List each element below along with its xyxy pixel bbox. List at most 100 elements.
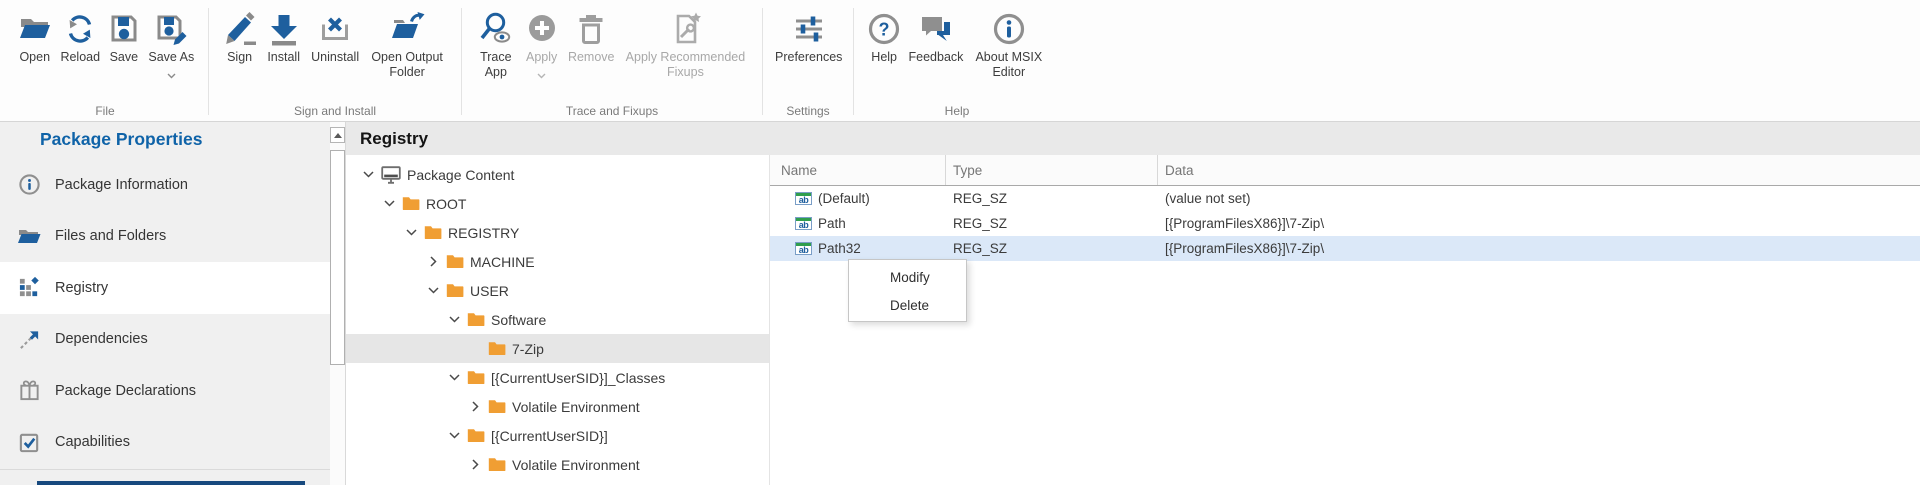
preferences-sliders-icon — [791, 8, 827, 50]
about-msix-editor-label: About MSIX Editor — [970, 50, 1048, 81]
reload-button[interactable]: Reload — [58, 6, 104, 67]
apply-button[interactable]: Apply — [520, 6, 564, 86]
column-header-name[interactable]: Name — [770, 155, 945, 185]
ribbon-group-label-help: Help — [854, 104, 1060, 118]
reg-sz-value-icon: ab — [795, 192, 812, 205]
open-output-folder-button[interactable]: Open Output Folder — [363, 6, 451, 83]
remove-button-label: Remove — [568, 50, 615, 65]
sign-button-label: Sign — [227, 50, 252, 65]
tree-item-volatile-environment-2[interactable]: Volatile Environment — [346, 450, 769, 479]
context-menu-item-delete[interactable]: Delete — [849, 291, 966, 319]
feedback-button-label: Feedback — [909, 50, 964, 65]
scrollbar-thumb[interactable] — [330, 150, 345, 365]
grid-row-path[interactable]: ab Path REG_SZ [{ProgramFilesX86}]\7-Zip… — [770, 211, 1920, 236]
grid-row-default[interactable]: ab (Default) REG_SZ (value not set) — [770, 186, 1920, 211]
tree-item-user[interactable]: USER — [346, 276, 769, 305]
sidebar-item-label: Files and Folders — [55, 228, 166, 244]
sign-pencil-icon — [222, 8, 258, 50]
remove-button[interactable]: Remove — [564, 6, 619, 67]
main-panel: Registry Package Content ROOT REGISTRY — [345, 122, 1920, 485]
grid-row-path32[interactable]: ab Path32 REG_SZ [{ProgramFilesX86}]\7-Z… — [770, 236, 1920, 261]
sidebar-item-capabilities[interactable]: Capabilities — [0, 417, 330, 469]
sidebar-item-dependencies[interactable]: Dependencies — [0, 314, 330, 366]
chevron-down-icon[interactable] — [428, 287, 439, 294]
folder-icon — [17, 225, 41, 247]
sidebar-title: Package Properties — [0, 122, 330, 150]
context-menu-item-modify[interactable]: Modify — [849, 263, 966, 291]
about-msix-editor-button[interactable]: About MSIX Editor — [968, 6, 1050, 83]
chevron-down-icon[interactable] — [384, 200, 395, 207]
computer-icon — [381, 166, 401, 184]
folder-icon — [467, 312, 485, 327]
open-output-folder-label: Open Output Folder — [365, 50, 449, 81]
tree-item-software[interactable]: Software — [346, 305, 769, 334]
chevron-down-icon[interactable] — [363, 171, 374, 178]
tree-item-registry[interactable]: REGISTRY — [346, 218, 769, 247]
apply-recommended-fixups-button[interactable]: Apply Recommended Fixups — [619, 6, 752, 83]
save-as-button-label: Save As — [148, 50, 194, 65]
chevron-right-icon[interactable] — [428, 256, 439, 267]
preferences-button[interactable]: Preferences — [773, 6, 844, 67]
ribbon-group-label-sign-and-install: Sign and Install — [209, 104, 461, 118]
help-question-icon: ? — [866, 8, 902, 50]
tree-item-currentusersid-classes[interactable]: [{CurrentUserSID}]_Classes — [346, 363, 769, 392]
sidebar-scrollbar[interactable] — [330, 122, 346, 485]
tree-item-7zip[interactable]: 7-Zip — [346, 334, 769, 363]
gift-box-icon — [17, 379, 41, 402]
chevron-down-icon[interactable] — [449, 432, 460, 439]
chevron-down-icon[interactable] — [406, 229, 417, 236]
ribbon-group-trace-and-fixups: Trace App Apply Remove Apply Recommended… — [462, 0, 762, 121]
trace-app-button-label: Trace App — [474, 50, 518, 81]
tree-item-volatile-environment-1[interactable]: Volatile Environment — [346, 392, 769, 421]
value-name: Path32 — [818, 241, 861, 256]
value-data: [{ProgramFilesX86}]\7-Zip\ — [1157, 211, 1920, 236]
save-icon — [106, 8, 142, 50]
fixups-document-icon — [667, 8, 703, 50]
svg-text:?: ? — [879, 20, 890, 40]
open-button[interactable]: Open — [12, 6, 58, 67]
save-as-icon — [153, 8, 189, 50]
dependency-arrow-icon — [17, 328, 41, 351]
scroll-up-arrow-icon — [334, 133, 342, 138]
sidebar-item-registry[interactable]: Registry — [0, 262, 330, 314]
chevron-down-icon[interactable] — [449, 316, 460, 323]
uninstall-button-label: Uninstall — [311, 50, 359, 65]
sidebar-next-section-partial — [37, 481, 305, 485]
install-button[interactable]: Install — [260, 6, 307, 67]
save-as-button[interactable]: Save As — [145, 6, 198, 86]
uninstall-button[interactable]: Uninstall — [307, 6, 363, 67]
save-button[interactable]: Save — [103, 6, 145, 67]
ribbon-group-sign-and-install: Sign Install Uninstall Open Output Folde… — [209, 0, 461, 121]
tree-item-root[interactable]: ROOT — [346, 189, 769, 218]
ribbon-group-file: Open Reload Save Save As File — [2, 0, 208, 121]
sidebar-item-package-information[interactable]: Package Information — [0, 159, 330, 211]
sidebar-item-files-and-folders[interactable]: Files and Folders — [0, 211, 330, 263]
column-header-data[interactable]: Data — [1157, 155, 1920, 185]
column-header-type[interactable]: Type — [945, 155, 1157, 185]
chevron-down-icon — [537, 66, 546, 84]
sidebar-item-label: Dependencies — [55, 331, 148, 347]
install-arrow-icon — [266, 8, 302, 50]
chevron-down-icon[interactable] — [449, 374, 460, 381]
tree-item-currentusersid[interactable]: [{CurrentUserSID}] — [346, 421, 769, 450]
folder-icon — [424, 225, 442, 240]
trace-app-button[interactable]: Trace App — [472, 6, 520, 83]
folder-icon — [488, 399, 506, 414]
feedback-button[interactable]: Feedback — [904, 6, 967, 67]
sidebar-item-package-declarations[interactable]: Package Declarations — [0, 365, 330, 417]
reload-icon — [62, 8, 98, 50]
registry-grid-icon — [17, 276, 41, 299]
sidebar-item-label: Registry — [55, 280, 108, 296]
tree-item-machine[interactable]: MACHINE — [346, 247, 769, 276]
sidebar-divider — [0, 469, 330, 470]
scrollbar-up-button[interactable] — [330, 127, 345, 143]
help-button[interactable]: ? Help — [864, 6, 904, 67]
chevron-down-icon — [167, 66, 176, 84]
remove-trash-icon — [573, 8, 609, 50]
chevron-right-icon[interactable] — [470, 459, 481, 470]
sidebar-package-properties: Package Properties Package Information F… — [0, 122, 330, 485]
sign-button[interactable]: Sign — [219, 6, 260, 67]
chevron-right-icon[interactable] — [470, 401, 481, 412]
reg-sz-value-icon: ab — [795, 242, 812, 255]
tree-item-package-content[interactable]: Package Content — [346, 160, 769, 189]
